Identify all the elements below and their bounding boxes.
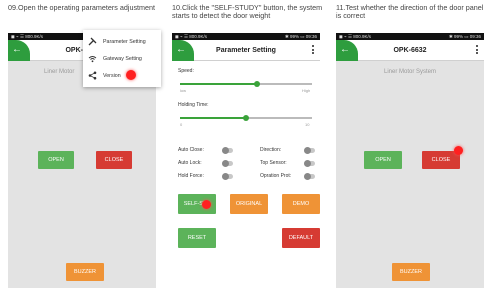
app-bar: ← Parameter Setting [172,40,320,61]
hold-force-toggle[interactable] [222,173,233,180]
status-right: ✱ 99% ▭ 09:36 [284,34,317,39]
status-left: ◼ ⌁ ☰ 800.9K/s [11,34,43,39]
caption-step-11: 11.Test whether the direction of the doo… [336,3,484,21]
open-button[interactable]: OPEN [38,151,74,169]
parameter-settings-panel: Speed: low High Holding Time: 0 10 Auto … [172,62,320,288]
holding-time-fill [180,117,246,119]
tools-icon [88,37,97,46]
auto-close-toggle[interactable] [222,147,233,154]
direction-toggle[interactable] [304,147,315,154]
menu-item-gateway-setting[interactable]: Gateway Setting [83,50,161,67]
menu-item-label: Gateway Setting [103,55,142,62]
auto-close-label: Auto Close: [178,147,204,153]
close-button[interactable]: CLOSE [422,151,460,169]
holding-time-min-label: 0 [180,122,183,127]
more-options-icon[interactable] [476,45,479,56]
speed-slider[interactable] [253,81,260,87]
tap-indicator [202,200,211,209]
default-button[interactable]: DEFAULT [282,228,320,248]
operation-protect-label: Opration Prot: [260,173,292,179]
hold-force-label: Hold Force: [178,173,204,179]
buzzer-button[interactable]: BUZZER [392,263,430,281]
status-bar: ◼ ⌁ ☰ 800.9K/s ✱ 99% ▭ 09:36 [336,33,484,40]
holding-time-slider[interactable] [243,115,249,121]
buzzer-button[interactable]: BUZZER [66,263,104,281]
holding-time-max-label: 10 [305,122,310,127]
phone-screen-2: ◼ ⌁ ☰ 800.9K/s ✱ 99% ▭ 09:36 ← Parameter… [172,33,320,288]
speed-fill [180,83,257,85]
tap-indicator [454,146,463,155]
operation-protect-toggle[interactable] [304,173,315,180]
menu-item-label: Parameter Setting [103,38,146,45]
tap-indicator [126,70,136,80]
device-subtitle: Liner Motor System [383,69,437,75]
wifi-icon [88,54,97,63]
original-button[interactable]: ORIGINAL [230,194,268,214]
direction-label: Direction: [260,147,282,153]
menu-item-parameter-setting[interactable]: Parameter Setting [83,33,161,50]
speed-label: Speed: [178,68,194,74]
options-menu: Parameter Setting Gateway Setting Versio… [83,30,161,87]
speed-max-label: High [302,88,311,93]
app-title: Parameter Setting [216,46,276,54]
reset-button[interactable]: RESET [178,228,216,248]
top-sensor-label: Top Sensor: [260,160,287,166]
app-bar: ← OPK-6632 [336,40,484,61]
holding-time-label: Holding Time: [178,102,209,108]
back-arrow-icon[interactable]: ← [176,44,186,56]
share-icon [88,71,97,80]
status-bar: ◼ ⌁ ☰ 800.9K/s ✱ 99% ▭ 09:36 [172,33,320,40]
phone-screen-3: ◼ ⌁ ☰ 800.9K/s ✱ 99% ▭ 09:36 ← OPK-6632 … [336,33,484,288]
caption-step-10: 10.Click the "SELF-STUDY" button, the sy… [172,3,323,21]
caption-step-09: 09.Open the operating parameters adjustm… [8,3,156,12]
menu-item-version[interactable]: Version [83,67,161,84]
back-arrow-icon[interactable]: ← [12,44,22,56]
status-left: ◼ ⌁ ☰ 800.9K/s [339,34,371,39]
close-button[interactable]: CLOSE [96,151,132,169]
top-sensor-toggle[interactable] [304,160,315,167]
back-arrow-icon[interactable]: ← [340,44,350,56]
auto-lock-toggle[interactable] [222,160,233,167]
status-right: ✱ 99% ▭ 09:36 [448,34,481,39]
more-options-icon[interactable] [312,45,315,56]
open-button[interactable]: OPEN [364,151,402,169]
menu-item-label: Version [103,72,121,79]
auto-lock-label: Auto Lock: [178,160,202,166]
app-title: OPK-6632 [393,46,427,54]
status-left: ◼ ⌁ ☰ 800.9K/s [175,34,207,39]
speed-min-label: low [180,88,187,93]
demo-button[interactable]: DEMO [282,194,320,214]
